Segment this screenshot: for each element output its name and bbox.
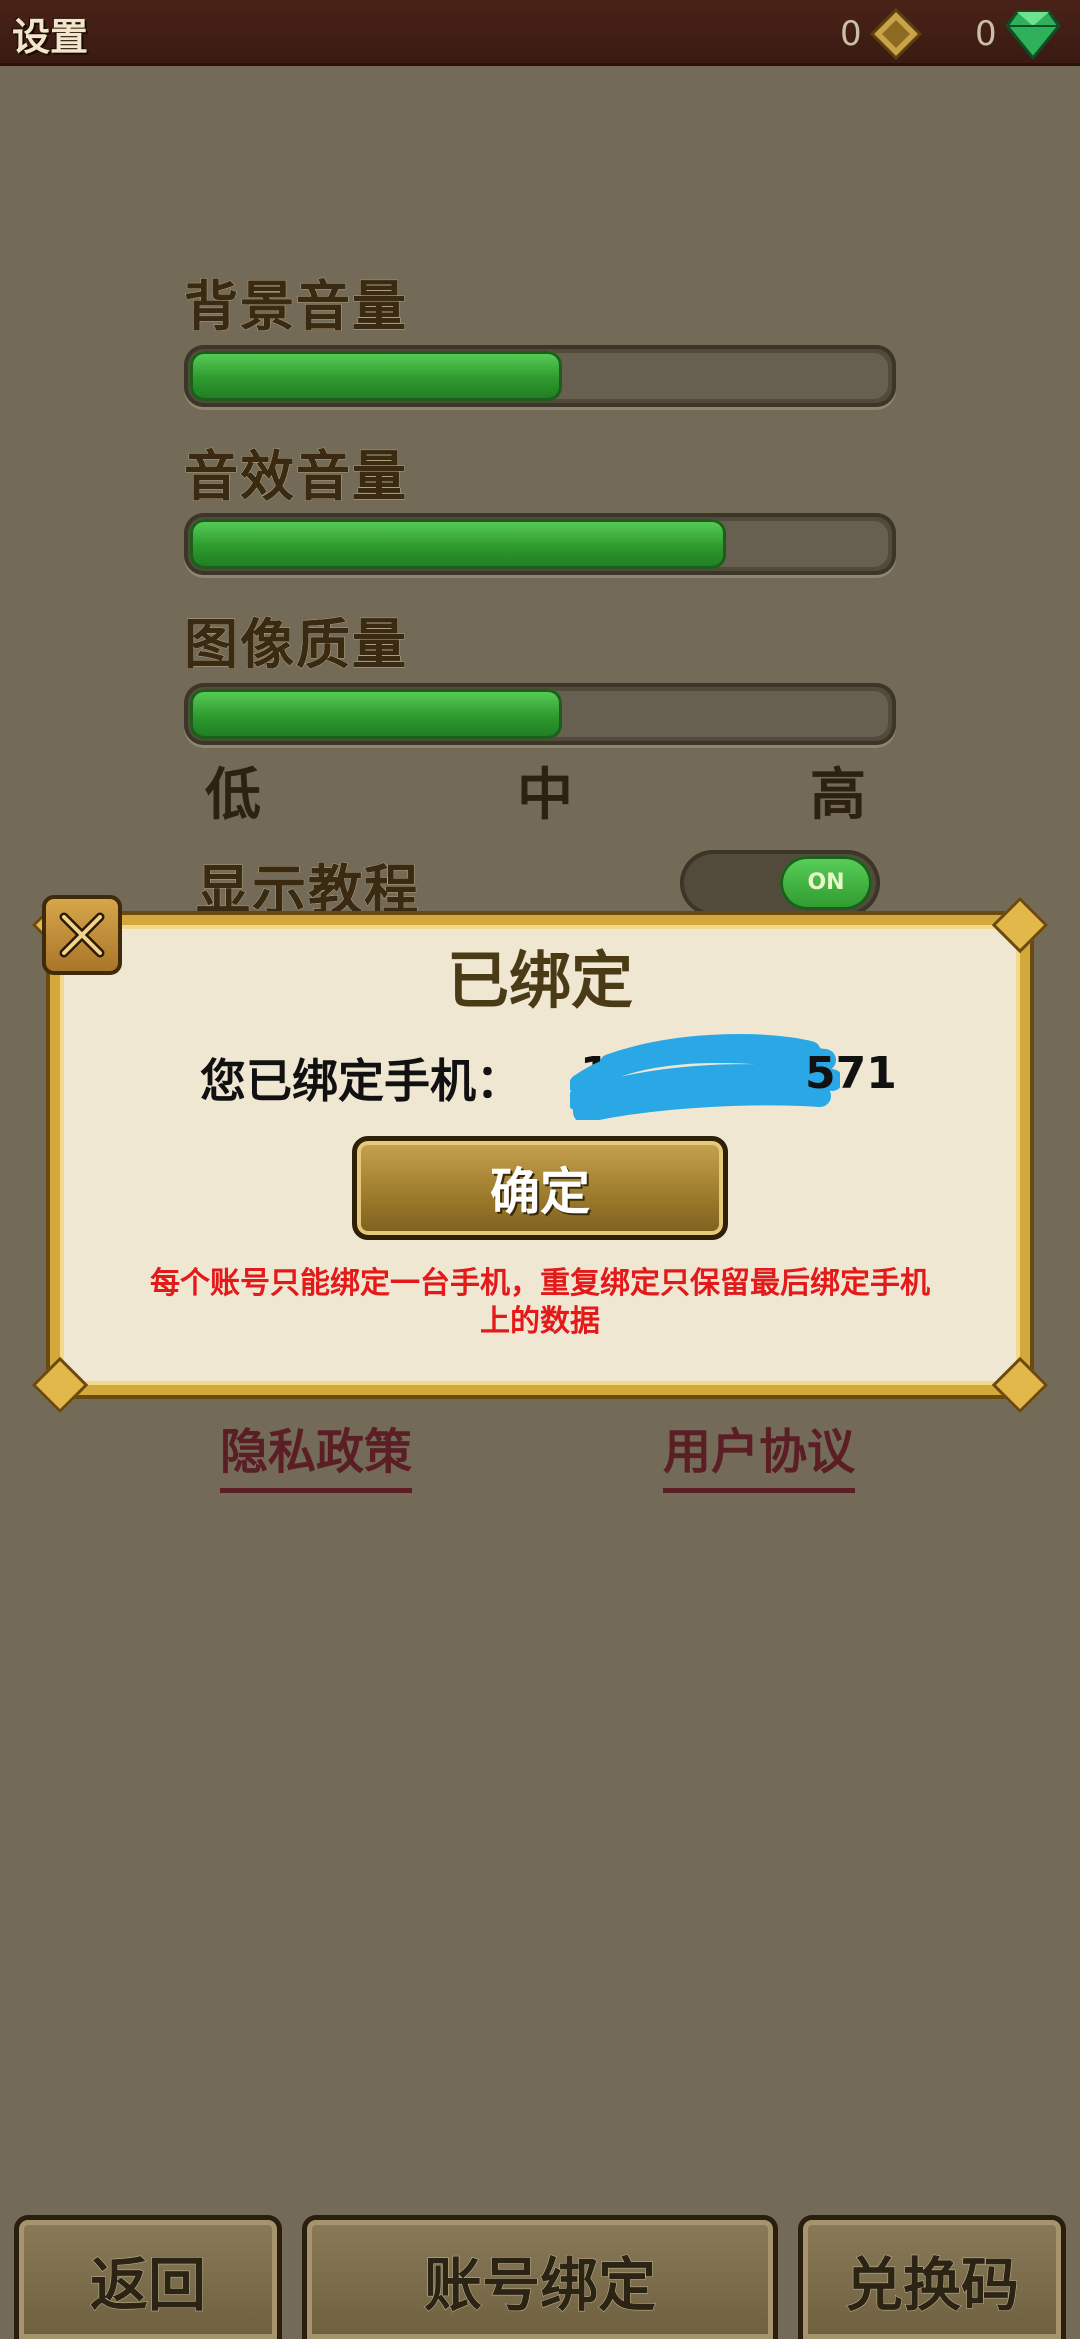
gold-count: 0	[840, 14, 862, 54]
bg-volume-slider[interactable]	[184, 345, 896, 407]
gold-currency: 0	[840, 8, 922, 60]
quality-high-label: 高	[810, 763, 866, 828]
redeem-code-button[interactable]: 兑换码	[798, 2215, 1066, 2339]
user-agreement-link[interactable]: 用户协议	[663, 1412, 856, 1493]
phone-number-end: 571	[805, 1048, 897, 1099]
page-title: 设置	[12, 15, 89, 59]
bg-volume-label: 背景音量	[184, 275, 408, 339]
quality-label: 图像质量	[184, 613, 408, 677]
confirm-button-label: 确定	[490, 1163, 590, 1221]
quality-slider[interactable]	[184, 683, 896, 745]
binding-warning: 每个账号只能绑定一台手机，重复绑定只保留最后绑定手机上的数据	[150, 1266, 930, 1339]
account-bind-button[interactable]: 账号绑定	[302, 2215, 778, 2339]
confirm-button[interactable]: 确定	[352, 1136, 728, 1240]
bound-phone-label: 您已绑定手机：	[200, 1054, 522, 1108]
tutorial-label: 显示教程	[196, 859, 420, 923]
green-gem-icon	[1004, 10, 1061, 60]
tutorial-toggle-knob: ON	[780, 856, 872, 910]
sfx-volume-fill	[190, 519, 727, 569]
account-bind-label: 账号绑定	[423, 2250, 656, 2319]
bg-volume-fill	[190, 351, 563, 401]
redaction-scribble	[570, 1034, 840, 1120]
tutorial-toggle[interactable]: ON	[680, 850, 880, 916]
gem-count: 0	[975, 14, 997, 54]
quality-fill	[190, 689, 563, 739]
dialog-title: 已绑定	[446, 944, 633, 1017]
gem-currency: 0	[975, 8, 1061, 60]
sfx-volume-label: 音效音量	[184, 445, 408, 509]
quality-mid-label: 中	[517, 763, 573, 828]
back-button[interactable]: 返回	[14, 2215, 282, 2339]
back-button-label: 返回	[89, 2250, 206, 2319]
privacy-policy-link[interactable]: 隐私政策	[220, 1412, 413, 1493]
quality-low-label: 低	[205, 763, 261, 828]
redeem-code-label: 兑换码	[844, 2250, 1019, 2319]
top-bar: 设置 0 0	[0, 0, 1080, 66]
sfx-volume-slider[interactable]	[184, 513, 896, 575]
gold-diamond-icon	[869, 8, 922, 60]
